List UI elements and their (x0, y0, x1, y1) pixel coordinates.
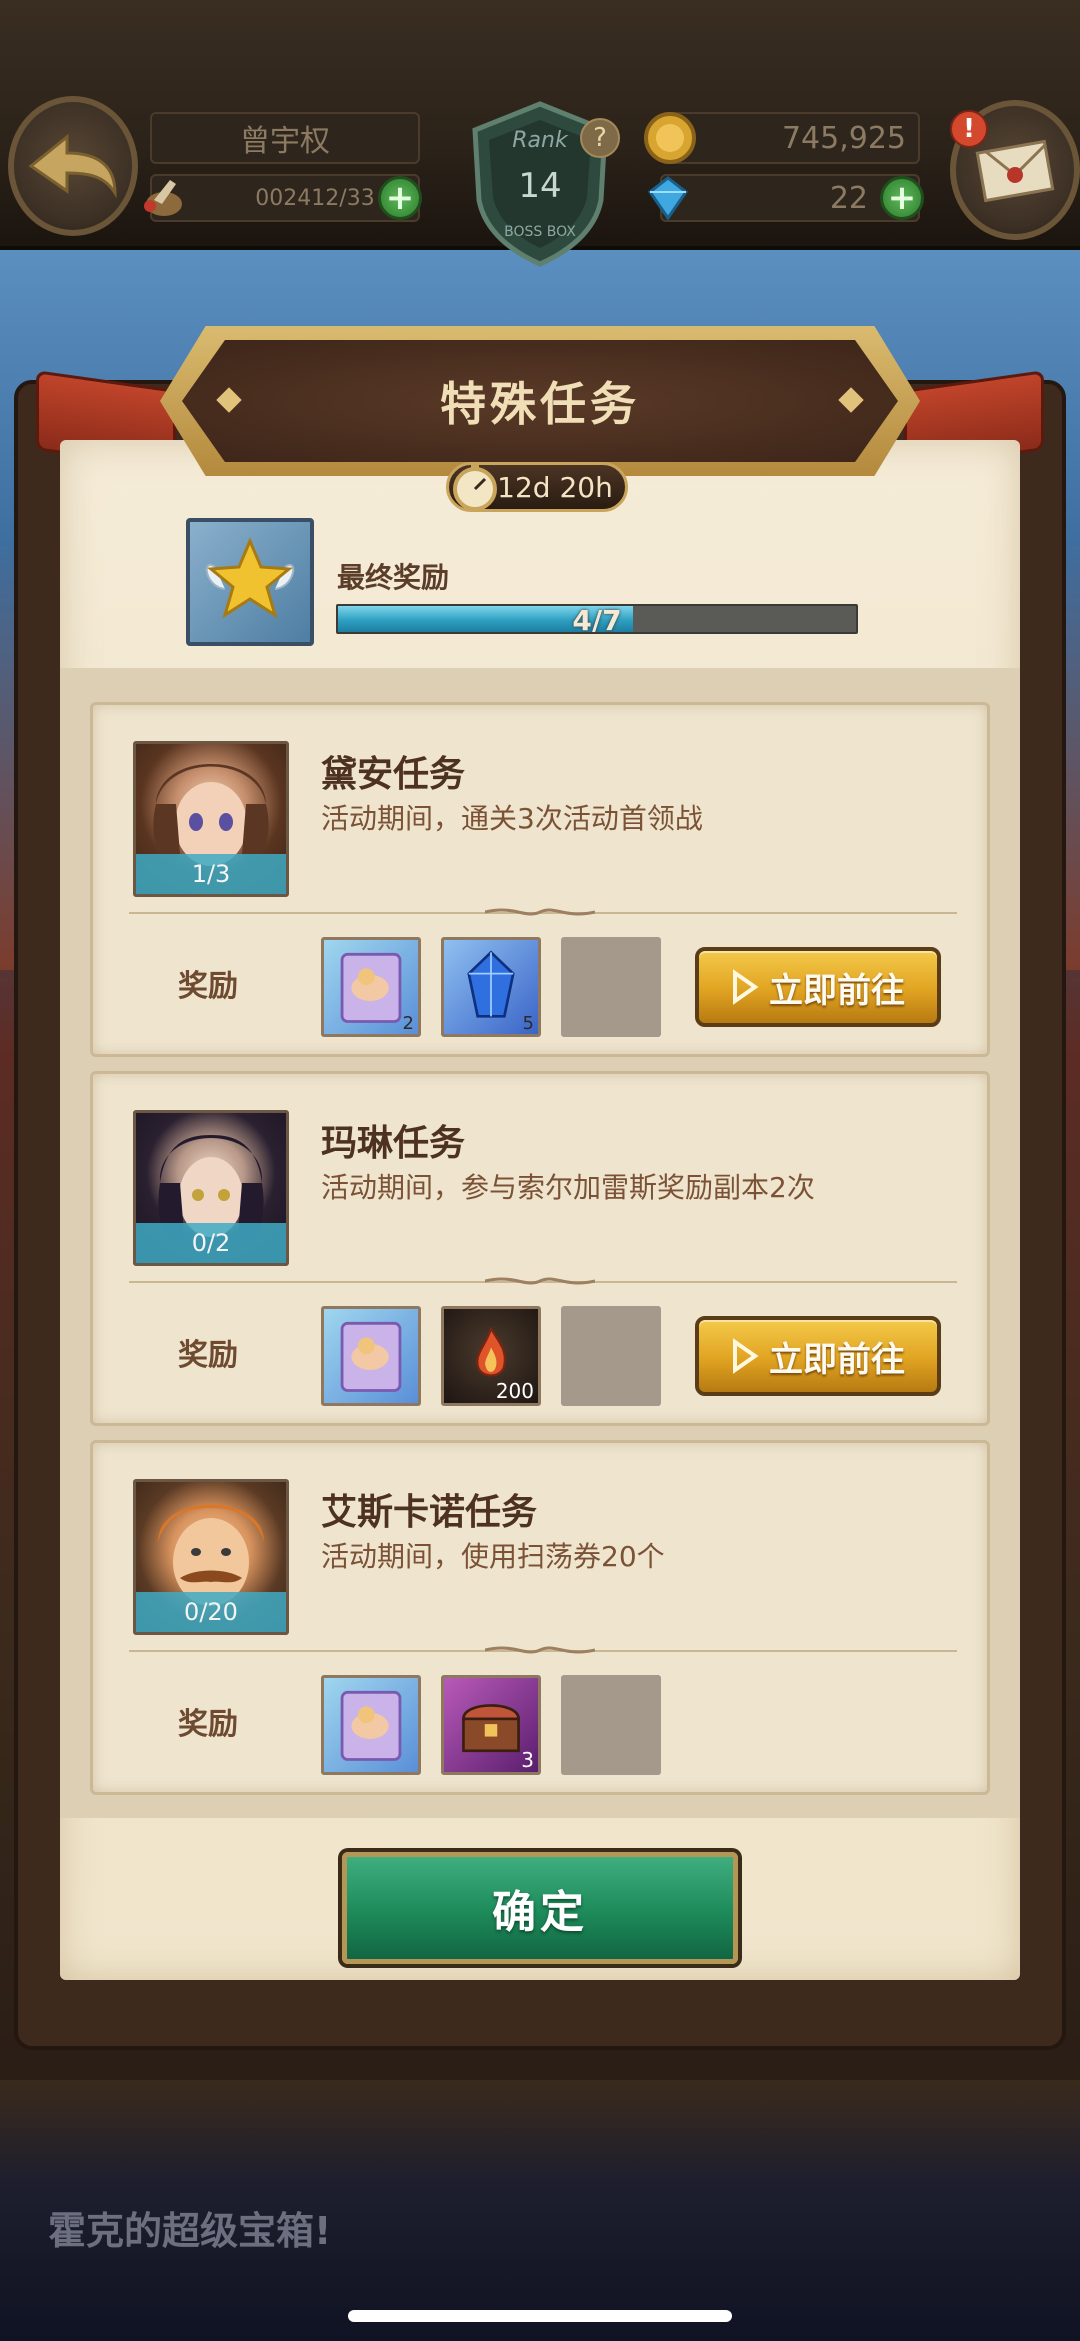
mail-alert-badge: ! (950, 110, 988, 148)
title-inner: 特殊任务 (182, 340, 898, 462)
final-reward-progress-bar: 4/7 (336, 604, 858, 634)
go-now-label: 立即前往 (769, 970, 905, 1011)
rank-value: 14 (518, 166, 562, 206)
stamina-value: 002412/33 (255, 185, 375, 211)
gold-coin-icon (644, 112, 696, 164)
quest-description: 活动期间，参与索尔加雷斯奖励副本2次 (321, 1171, 815, 1204)
add-gems-button[interactable]: + (880, 176, 924, 220)
quest-description: 活动期间，通关3次活动首领战 (321, 802, 703, 835)
reward-slot-empty (561, 937, 661, 1037)
divider-ornament-icon (485, 908, 595, 916)
back-button[interactable] (8, 96, 138, 236)
back-arrow-icon (28, 133, 117, 199)
quest-portrait: 0/20 (133, 1479, 289, 1635)
reward-label: 奖励 (178, 1338, 238, 1373)
gold-box: 745,925 (644, 112, 920, 164)
final-reward-label: 最终奖励 (337, 561, 450, 594)
diamond-gem-icon (647, 176, 689, 221)
reward-label: 奖励 (178, 969, 238, 1004)
add-stamina-button[interactable]: + (378, 176, 422, 220)
event-timer: 12d 20h (446, 462, 628, 512)
quest-title: 黛安任务 (321, 754, 466, 795)
final-reward-icon[interactable] (186, 518, 314, 646)
gold-value: 745,925 (781, 120, 906, 156)
quest-description: 活动期间，使用扫荡券20个 (321, 1540, 665, 1573)
quest-title: 玛琳任务 (321, 1123, 466, 1164)
quest-card-merlin: 0/2 玛琳任务 活动期间，参与索尔加雷斯奖励副本2次 奖励 200 立即前往 (90, 1071, 990, 1426)
reward-label: 奖励 (178, 1707, 238, 1742)
reward-slot-card-pack[interactable] (321, 1306, 421, 1406)
divider-ornament-icon (485, 1277, 595, 1285)
player-name-box: 曾宇权 (150, 112, 420, 164)
treasure-chest-icon (462, 1704, 520, 1753)
confirm-button[interactable]: 确定 (342, 1852, 738, 1964)
play-arrow-icon (733, 1338, 759, 1374)
timer-text: 12d 20h (497, 470, 613, 504)
quest-title: 艾斯卡诺任务 (321, 1492, 538, 1533)
blue-crystal-icon (467, 950, 515, 1018)
go-now-button[interactable]: 立即前往 (695, 1316, 941, 1396)
card-pack-icon (340, 1321, 402, 1392)
reward-slot-card-pack[interactable]: 2 (321, 937, 421, 1037)
rank-sublabel: BOSS BOX (504, 224, 576, 240)
stopwatch-icon (453, 463, 497, 511)
progress-text: 4/7 (572, 604, 622, 634)
home-indicator (348, 2310, 732, 2322)
play-arrow-icon (733, 969, 759, 1005)
quest-card-diane: 1/3 黛安任务 活动期间，通关3次活动首领战 奖励 2 5 立即前往 (90, 702, 990, 1057)
player-name: 曾宇权 (240, 124, 330, 159)
help-button[interactable]: ? (580, 118, 620, 158)
reward-count: 2 (402, 1013, 414, 1034)
reward-slot-empty (561, 1306, 661, 1406)
quest-card-escanor: 0/20 艾斯卡诺任务 活动期间，使用扫荡券20个 奖励 3 (90, 1440, 990, 1795)
quest-progress-count: 1/3 (136, 854, 286, 894)
go-now-button[interactable]: 立即前往 (695, 947, 941, 1027)
envelope-icon (975, 139, 1055, 203)
reward-slot-empty (561, 1675, 661, 1775)
quest-portrait: 0/2 (133, 1110, 289, 1266)
reward-slot-crystal[interactable]: 5 (441, 937, 541, 1037)
quest-progress-count: 0/2 (136, 1223, 286, 1263)
quest-progress-count: 0/20 (136, 1592, 286, 1632)
background-banner-text: 霍克的超级宝箱! (48, 2209, 332, 2253)
winged-star-icon (205, 537, 295, 619)
reward-slot-chest[interactable]: 3 (441, 1675, 541, 1775)
quest-portrait: 1/3 (133, 741, 289, 897)
reward-slot-card-pack[interactable] (321, 1675, 421, 1775)
confirm-label: 确定 (492, 1887, 588, 1938)
stamina-icon (144, 180, 182, 216)
card-pack-icon (340, 952, 402, 1023)
reward-count: 200 (495, 1379, 534, 1403)
go-now-label: 立即前往 (769, 1339, 905, 1380)
card-pack-icon (340, 1690, 402, 1761)
reward-count: 5 (522, 1013, 534, 1034)
reward-slot-fire-stone[interactable]: 200 (441, 1306, 541, 1406)
dialog-title: 特殊任务 (440, 377, 640, 431)
reward-count: 3 (521, 1748, 534, 1772)
divider-ornament-icon (485, 1646, 595, 1654)
gem-value: 22 (829, 180, 868, 216)
